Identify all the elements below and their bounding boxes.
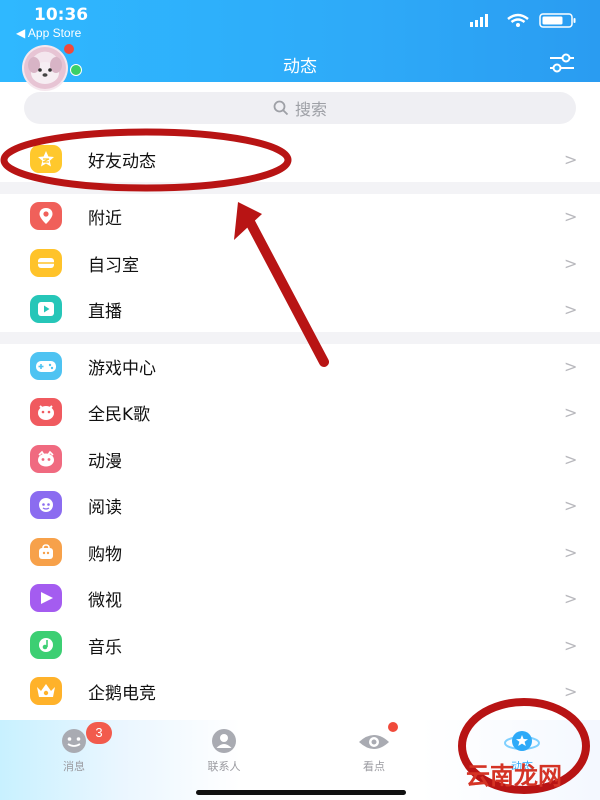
anime-face-icon — [30, 445, 62, 473]
menu-item-label: 阅读 — [88, 497, 122, 518]
watermark-logo: 云南龙网 — [466, 761, 562, 790]
status-time: 10:36 — [34, 5, 89, 25]
menu-item-nearby[interactable]: 附近 > — [0, 193, 600, 239]
search-bar[interactable]: 搜索 — [24, 92, 576, 124]
tab-label: 联系人 — [207, 760, 241, 773]
menu-item-friends-feed[interactable]: 好友动态 > — [0, 136, 600, 182]
chevron-right-icon: > — [564, 681, 578, 701]
menu-item-label: 游戏中心 — [88, 358, 156, 379]
menu-item-label: 企鹅电竞 — [88, 683, 156, 704]
chevron-right-icon: > — [564, 253, 578, 273]
study-room-icon — [30, 249, 62, 277]
unread-badge: 3 — [86, 722, 112, 744]
menu-item-label: 微视 — [88, 590, 122, 611]
karaoke-icon — [30, 398, 62, 426]
contacts-icon — [212, 729, 236, 753]
menu-item-label: 自习室 — [88, 255, 139, 276]
menu-item-label: 附近 — [88, 208, 122, 229]
chevron-right-icon: > — [564, 149, 578, 169]
esports-crown-icon — [30, 677, 62, 705]
chevron-right-icon: > — [564, 542, 578, 562]
menu-item-label: 直播 — [88, 301, 122, 322]
gamepad-icon — [30, 352, 62, 380]
menu-item-label: 购物 — [88, 544, 122, 565]
back-to-app-store-link[interactable]: ◀ App Store — [16, 26, 81, 40]
menu-item-game-center[interactable]: 游戏中心 > — [0, 343, 600, 389]
reading-icon — [30, 491, 62, 519]
menu-item-reading[interactable]: 阅读 > — [0, 482, 600, 528]
chevron-right-icon: > — [564, 495, 578, 515]
friends-star-icon — [30, 145, 62, 173]
live-play-icon — [30, 295, 62, 323]
status-indicators — [470, 12, 580, 30]
home-indicator — [196, 790, 406, 795]
shopping-bag-icon — [30, 538, 62, 566]
menu-item-label: 动漫 — [88, 451, 122, 472]
page-title: 动态 — [283, 57, 317, 77]
search-placeholder: 搜索 — [294, 100, 327, 119]
planet-star-icon — [504, 731, 540, 751]
signal-wifi-battery-icon — [470, 13, 576, 28]
tab-contacts[interactable]: 联系人 — [184, 726, 264, 774]
kandian-notification-dot — [388, 722, 398, 732]
menu-item-esports[interactable]: 企鹅电竞 > — [0, 668, 600, 714]
chevron-right-icon: > — [564, 449, 578, 469]
music-note-icon — [30, 631, 62, 659]
search-icon — [273, 100, 289, 116]
tab-label: 消息 — [63, 760, 85, 773]
chevron-right-icon: > — [564, 588, 578, 608]
eye-icon — [359, 735, 389, 749]
chevron-right-icon: > — [564, 635, 578, 655]
chevron-right-icon: > — [564, 206, 578, 226]
menu-item-shopping[interactable]: 购物 > — [0, 529, 600, 575]
chevron-right-icon: > — [564, 356, 578, 376]
settings-sliders-icon[interactable] — [548, 52, 576, 74]
tab-label: 看点 — [363, 760, 385, 773]
menu-item-label: 好友动态 — [88, 151, 156, 172]
menu-item-label: 全民K歌 — [88, 404, 151, 425]
menu-item-music[interactable]: 音乐 > — [0, 622, 600, 668]
weishi-play-icon — [30, 584, 62, 612]
menu-item-weishi[interactable]: 微视 > — [0, 575, 600, 621]
location-pin-icon — [30, 202, 62, 230]
tab-kandian[interactable]: 看点 — [334, 726, 414, 774]
menu-item-label: 音乐 — [88, 637, 122, 658]
menu-item-karaoke[interactable]: 全民K歌 > — [0, 389, 600, 435]
menu-item-anime[interactable]: 动漫 > — [0, 436, 600, 482]
menu-item-live[interactable]: 直播 > — [0, 286, 600, 332]
menu-item-study-room[interactable]: 自习室 > — [0, 240, 600, 286]
chevron-right-icon: > — [564, 299, 578, 319]
chevron-right-icon: > — [564, 402, 578, 422]
top-header: 10:36 ◀ App Store 动态 — [0, 0, 600, 91]
